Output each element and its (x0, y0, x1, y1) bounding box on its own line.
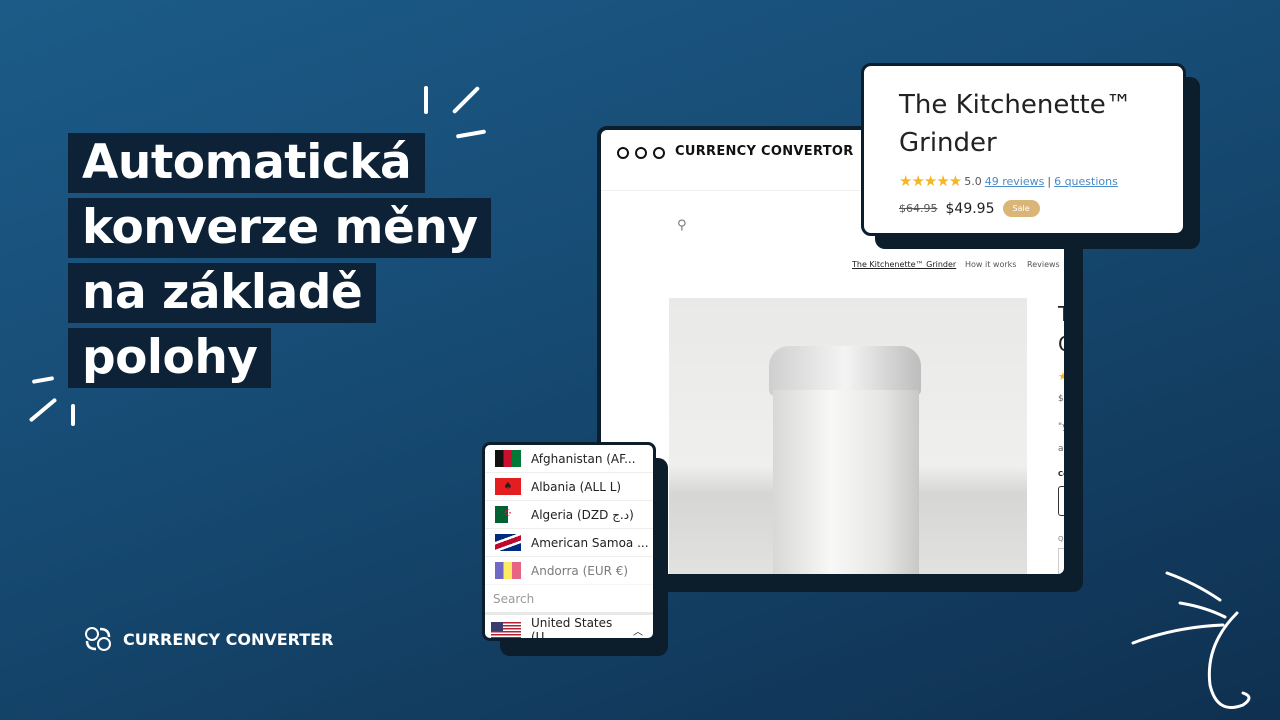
currency-dropdown: Afghanistan (AF... ♠ Albania (ALL L) ☪ Alg… (482, 442, 656, 641)
product-card: The Kitchenette™ Grinder ★★★★★ 5.0 49 rev… (861, 63, 1186, 236)
partial-title: G (1058, 332, 1064, 356)
star-icon: ★ (1058, 370, 1068, 383)
selected-country[interactable]: United States (U... ︿ (485, 615, 653, 638)
dropdown-option[interactable]: American Samoa ... (485, 529, 653, 557)
decor-stroke (28, 397, 58, 423)
decor-stroke (455, 129, 487, 139)
nav-link-reviews[interactable]: Reviews (1027, 260, 1060, 269)
window-controls (617, 147, 665, 159)
search-input[interactable]: Search (485, 585, 653, 615)
old-price: $64.95 (899, 202, 938, 215)
rating-value: 5.0 (964, 174, 982, 188)
partial-text: "y (1058, 422, 1068, 432)
grinder-body (773, 390, 919, 574)
partial-text: Co (1058, 470, 1068, 478)
brand-logo: CURRENCY CONVERTER (83, 625, 333, 653)
partial-text: Qu (1058, 535, 1068, 543)
nav-link-product[interactable]: The Kitchenette™ Grinder (852, 260, 956, 269)
headline-line: polohy (68, 328, 272, 388)
flag-albania-icon: ♠ (495, 478, 521, 495)
partial-text: $6 (1058, 394, 1064, 404)
search-icon[interactable]: ⚲ (677, 218, 687, 233)
product-title: The Kitchenette™ Grinder (899, 90, 1132, 158)
dropdown-option[interactable]: ♠ Albania (ALL L) (485, 473, 653, 501)
partial-title: T (1058, 302, 1064, 326)
decor-stroke (71, 404, 75, 426)
sale-price: $49.95 (945, 200, 995, 217)
currency-exchange-icon (85, 627, 111, 651)
sale-badge: Sale (1002, 200, 1040, 217)
product-image (669, 298, 1027, 574)
dropdown-option[interactable]: Afghanistan (AF... (485, 445, 653, 473)
grinder-lid (769, 346, 921, 396)
decor-stroke (424, 86, 428, 114)
window-title: CURRENCY CONVERTOR (675, 144, 854, 159)
nav-link-how[interactable]: How it works (965, 260, 1016, 269)
rating-stars-icon: ★★★★★ (899, 172, 962, 190)
dropdown-option[interactable]: ☪ Algeria (DZD د.ج) (485, 501, 653, 529)
brand-name: CURRENCY CONVERTER (123, 629, 334, 649)
headline-line: na základě (68, 263, 377, 323)
separator: | (1047, 174, 1052, 188)
decor-swirl-icon (1131, 571, 1251, 709)
flag-algeria-icon: ☪ (495, 506, 521, 523)
flag-afghanistan-icon (495, 450, 521, 467)
flag-united-states-icon (491, 621, 521, 638)
questions-link[interactable]: 6 questions (1054, 175, 1118, 188)
reviews-link[interactable]: 49 reviews (985, 175, 1045, 188)
headline-line: Automatická (68, 133, 426, 193)
chevron-up-icon[interactable]: ︿ (633, 623, 643, 638)
partial-text: ar (1058, 444, 1068, 454)
flag-american-samoa-icon (495, 534, 521, 551)
dropdown-option[interactable]: Andorra (EUR €) (485, 557, 653, 585)
decor-stroke (451, 85, 481, 115)
variant-button[interactable] (1058, 486, 1064, 516)
headline-line: konverze měny (68, 198, 492, 258)
flag-andorra-icon (495, 562, 521, 579)
decor-stroke (31, 376, 55, 384)
